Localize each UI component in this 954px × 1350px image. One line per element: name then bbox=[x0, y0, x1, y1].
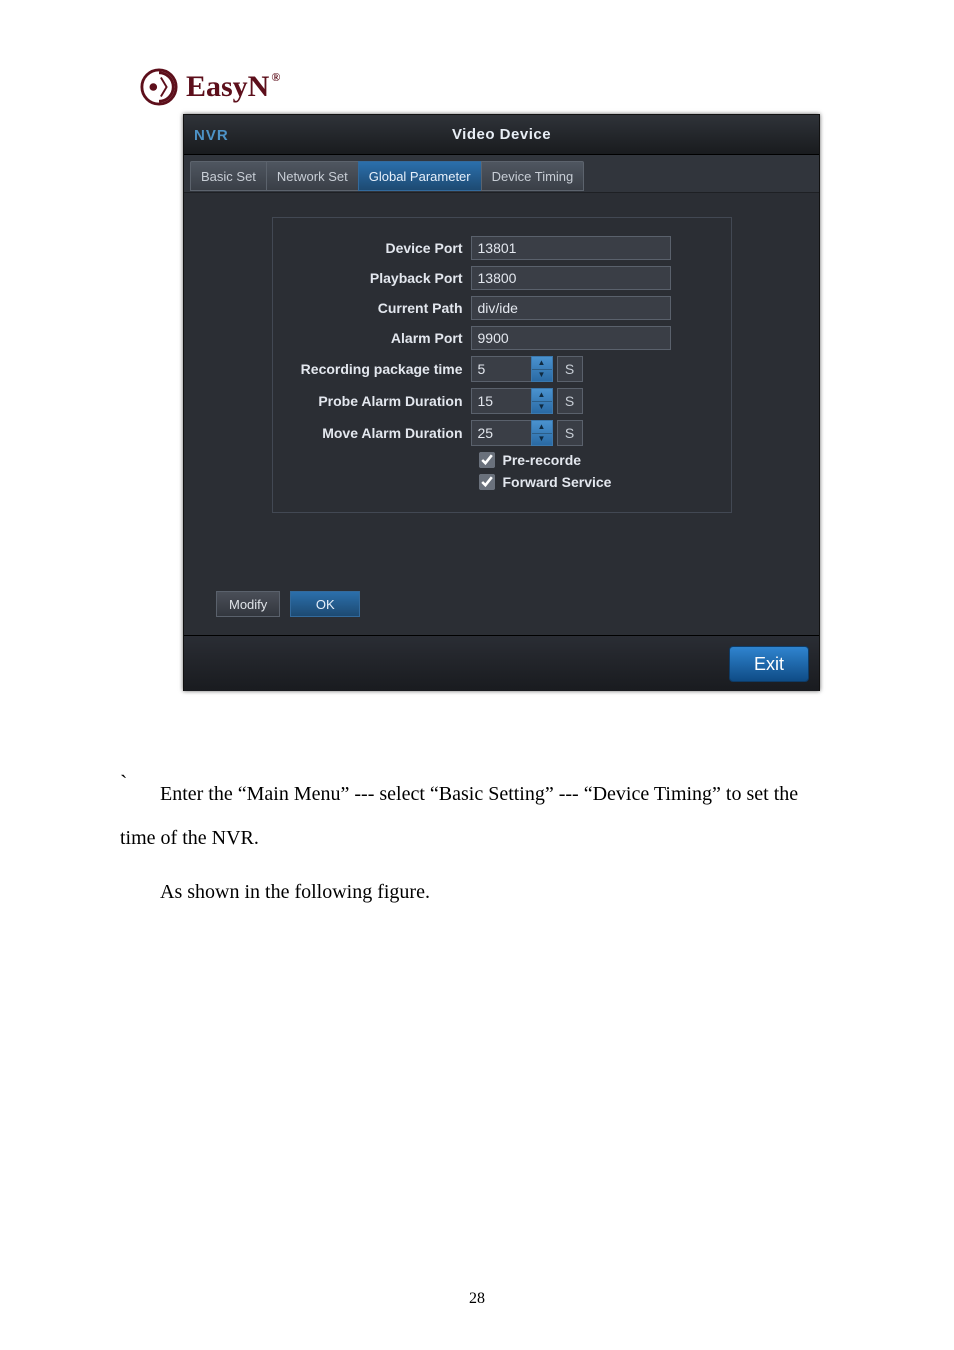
checkbox-forward-service[interactable] bbox=[479, 474, 495, 490]
chevron-up-icon[interactable]: ▲ bbox=[532, 357, 552, 370]
logo: EasyN® bbox=[140, 68, 280, 106]
window-footer: Exit bbox=[184, 635, 819, 691]
form-panel: Device Port Playback Port Current Path A… bbox=[272, 217, 732, 513]
input-playback-port[interactable] bbox=[471, 266, 671, 290]
label-current-path: Current Path bbox=[291, 300, 471, 316]
tab-global-parameter[interactable]: Global Parameter bbox=[358, 161, 482, 191]
label-probe-alarm-duration: Probe Alarm Duration bbox=[291, 393, 471, 409]
input-alarm-port[interactable] bbox=[471, 326, 671, 350]
label-playback-port: Playback Port bbox=[291, 270, 471, 286]
spinner-recording-package-time[interactable]: ▲ ▼ bbox=[531, 356, 553, 382]
document-body: Enter the “Main Menu” --- select “Basic … bbox=[120, 772, 834, 924]
checkbox-pre-recorde[interactable] bbox=[479, 452, 495, 468]
tab-bar: Basic Set Network Set Global Parameter D… bbox=[184, 155, 819, 193]
chevron-down-icon[interactable]: ▼ bbox=[532, 402, 552, 414]
unit-recording-package-time: S bbox=[557, 356, 583, 382]
action-row: Modify OK bbox=[216, 591, 360, 617]
label-alarm-port: Alarm Port bbox=[291, 330, 471, 346]
paragraph-1: Enter the “Main Menu” --- select “Basic … bbox=[120, 772, 834, 860]
input-device-port[interactable] bbox=[471, 236, 671, 260]
page-number: 28 bbox=[0, 1290, 954, 1308]
input-move-alarm-duration[interactable] bbox=[471, 420, 531, 446]
logo-icon bbox=[140, 68, 178, 106]
label-recording-package-time: Recording package time bbox=[291, 361, 471, 377]
tab-panel: Device Port Playback Port Current Path A… bbox=[184, 193, 819, 635]
tab-basic-set[interactable]: Basic Set bbox=[190, 161, 267, 191]
spinner-probe-alarm-duration[interactable]: ▲ ▼ bbox=[531, 388, 553, 414]
input-current-path[interactable] bbox=[471, 296, 671, 320]
exit-button[interactable]: Exit bbox=[729, 646, 809, 682]
paragraph-2: As shown in the following figure. bbox=[120, 870, 834, 914]
tab-network-set[interactable]: Network Set bbox=[266, 161, 359, 191]
registered-mark: ® bbox=[271, 70, 280, 84]
ok-button[interactable]: OK bbox=[290, 591, 360, 617]
window-title: Video Device bbox=[184, 126, 819, 143]
titlebar-left-label: NVR bbox=[194, 115, 229, 155]
label-forward-service: Forward Service bbox=[503, 474, 612, 490]
label-pre-recorde: Pre-recorde bbox=[503, 452, 582, 468]
chevron-up-icon[interactable]: ▲ bbox=[532, 389, 552, 402]
input-probe-alarm-duration[interactable] bbox=[471, 388, 531, 414]
input-recording-package-time[interactable] bbox=[471, 356, 531, 382]
spinner-move-alarm-duration[interactable]: ▲ ▼ bbox=[531, 420, 553, 446]
label-move-alarm-duration: Move Alarm Duration bbox=[291, 425, 471, 441]
chevron-up-icon[interactable]: ▲ bbox=[532, 421, 552, 434]
modify-button[interactable]: Modify bbox=[216, 591, 280, 617]
logo-text: EasyN® bbox=[186, 70, 280, 104]
video-device-window: NVR Video Device Basic Set Network Set G… bbox=[183, 114, 820, 691]
unit-probe-alarm-duration: S bbox=[557, 388, 583, 414]
chevron-down-icon[interactable]: ▼ bbox=[532, 370, 552, 382]
unit-move-alarm-duration: S bbox=[557, 420, 583, 446]
tab-device-timing[interactable]: Device Timing bbox=[481, 161, 585, 191]
chevron-down-icon[interactable]: ▼ bbox=[532, 434, 552, 446]
window-titlebar: NVR Video Device bbox=[184, 115, 819, 155]
label-device-port: Device Port bbox=[291, 240, 471, 256]
